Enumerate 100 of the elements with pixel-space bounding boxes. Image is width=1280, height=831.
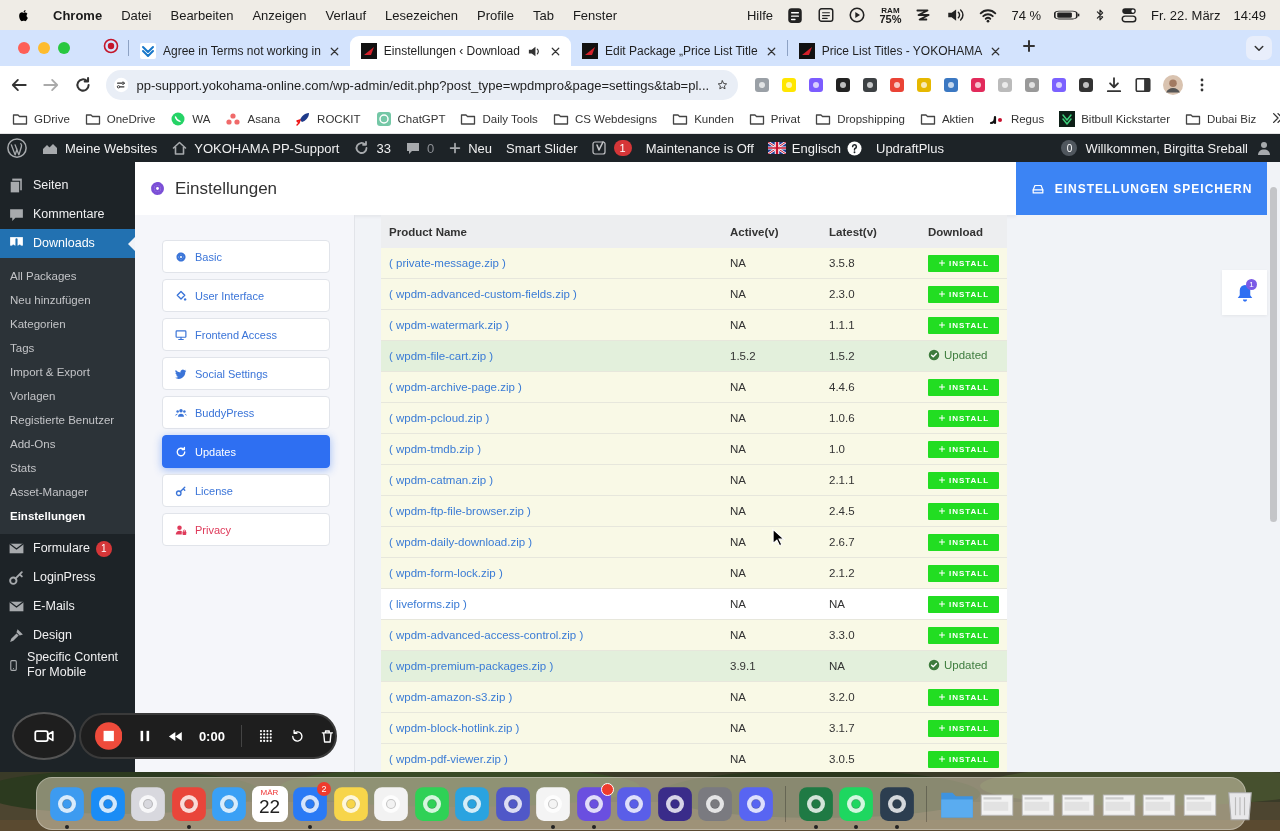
wordpress-icon[interactable] (7, 138, 27, 158)
submenu-item[interactable]: Neu hinzufügen (0, 288, 135, 312)
submenu-item[interactable]: Tags (0, 336, 135, 360)
back-icon[interactable] (10, 76, 28, 94)
package-link[interactable]: ( wpdm-advanced-access-control.zip ) (389, 629, 584, 641)
sidebar-item[interactable]: Specific Content For Mobile (0, 650, 135, 680)
new-tab-icon[interactable] (1021, 38, 1038, 54)
package-link[interactable]: ( wpdm-watermark.zip ) (389, 319, 510, 331)
settings-tab[interactable]: Basic (162, 240, 330, 273)
save-button[interactable]: EINSTELLUNGEN SPEICHERN (1016, 162, 1267, 215)
menu-item[interactable]: Profile (477, 7, 514, 23)
admin-bar-item[interactable]: Englisch (767, 140, 862, 156)
bookmark[interactable]: Kunden (694, 112, 734, 125)
submenu-item[interactable]: Registierte Benutzer (0, 408, 135, 432)
package-link[interactable]: ( wpdm-file-cart.zip ) (389, 350, 494, 362)
admin-bar-item[interactable]: 1 (591, 140, 632, 156)
app-icon[interactable] (616, 785, 652, 822)
package-link[interactable]: ( wpdm-catman.zip ) (389, 474, 494, 486)
menu-item[interactable]: Chrome (53, 7, 103, 23)
address-bar[interactable]: pp-support.yokohama-online.com/wp-admin/edit.php?post_type=wpdmpro&page=settings&tab=pl... (106, 70, 738, 100)
submenu-item[interactable]: Vorlagen (0, 384, 135, 408)
settings-tab[interactable]: User Interface (162, 279, 330, 312)
sidebar-item[interactable]: LoginPress (0, 563, 135, 592)
submenu-item[interactable]: All Packages (0, 264, 135, 288)
control-center-icon[interactable] (1120, 6, 1139, 24)
settings-tab[interactable]: Privacy (162, 513, 330, 546)
menu-item[interactable]: Hilfe (747, 7, 773, 23)
submenu-item[interactable]: Kategorien (0, 312, 135, 336)
battery-icon[interactable] (1054, 8, 1081, 22)
submenu-item[interactable]: Stats (0, 456, 135, 480)
bookmark[interactable]: Regus (1010, 112, 1045, 125)
bookmark[interactable]: WA (192, 112, 211, 125)
package-link[interactable]: ( wpdm-ftp-file-browser.zip ) (389, 505, 531, 517)
submenu-item[interactable]: Einstellungen (0, 504, 135, 528)
tab-search-button[interactable] (1246, 36, 1272, 60)
wifi-icon[interactable] (978, 6, 999, 24)
browser-tab[interactable]: Price List Titles - YOKOHAMA (787, 36, 1012, 66)
browser-tab[interactable]: Edit Package „Price List Title (570, 36, 787, 66)
restart-icon[interactable] (289, 728, 305, 744)
admin-bar-item[interactable]: UpdraftPlus (876, 140, 944, 156)
play-icon[interactable] (848, 6, 867, 24)
bookmark[interactable]: ROCKIT (317, 112, 361, 125)
side-panel-icon[interactable] (1134, 76, 1152, 94)
browser-tab[interactable]: Einstellungen ‹ Download (349, 36, 571, 66)
menu-item[interactable]: Lesezeichen (385, 7, 459, 23)
bookmark[interactable]: Dubai Biz (1207, 112, 1257, 125)
package-link[interactable]: ( wpdm-advanced-custom-fields.zip ) (389, 288, 577, 300)
bookmark[interactable]: OneDrive (106, 112, 156, 125)
package-link[interactable]: ( private-message.zip ) (389, 257, 506, 269)
memory-indicator[interactable]: RAM 75% (879, 6, 902, 24)
admin-bar-item[interactable]: 0 (404, 140, 435, 156)
package-link[interactable]: ( wpdm-premium-packages.zip ) (389, 660, 554, 672)
settings-tab[interactable]: BuddyPress (162, 396, 330, 429)
scrollbar-thumb[interactable] (1270, 187, 1277, 522)
clipboard-icon[interactable] (786, 6, 805, 24)
app-icon[interactable] (697, 785, 733, 822)
bookmark[interactable]: Daily Tools (482, 112, 538, 125)
menu-item[interactable]: Datei (121, 7, 152, 23)
record-tab-icon[interactable] (103, 38, 119, 54)
submenu-item[interactable]: Add-Ons (0, 432, 135, 456)
package-link[interactable]: ( wpdm-daily-download.zip ) (389, 536, 533, 548)
bookmark[interactable]: Asana (247, 112, 281, 125)
menu-item[interactable]: Fenster (572, 7, 617, 23)
menubar-date[interactable]: Fr. 22. März (1151, 7, 1221, 23)
menu-item[interactable]: Bearbeiten (170, 7, 234, 23)
sidebar-item[interactable]: Seiten (0, 171, 135, 200)
settings-tab[interactable]: Updates (162, 435, 330, 468)
package-link[interactable]: ( wpdm-pdf-viewer.zip ) (389, 753, 508, 765)
browser-tab[interactable]: Agree in Terms not working in (129, 36, 350, 66)
menubar-time[interactable]: 14:49 (1233, 7, 1266, 23)
admin-bar-item[interactable]: Smart Slider (506, 140, 578, 156)
settings-tab[interactable]: License (162, 474, 330, 507)
reload-icon[interactable] (74, 76, 92, 94)
help-icon[interactable] (847, 140, 862, 156)
menu-item[interactable]: Anzeigen (252, 7, 307, 23)
stop-record-icon[interactable] (95, 722, 123, 750)
sidebar-item[interactable]: Kommentare (0, 200, 135, 229)
package-link[interactable]: ( liveforms.zip ) (389, 598, 467, 610)
avatar-icon[interactable] (1163, 75, 1183, 95)
submenu-item[interactable]: Import & Export (0, 360, 135, 384)
admin-bar-item[interactable]: Maintenance is Off (645, 140, 754, 156)
admin-bar-item[interactable]: Meine Websites (41, 140, 158, 156)
admin-bar-item[interactable]: Neu (448, 140, 493, 156)
sidebar-item[interactable]: Design (0, 621, 135, 650)
menu-item[interactable]: Tab (532, 7, 554, 23)
list-icon[interactable] (817, 6, 836, 24)
submenu-item[interactable]: Asset-Manager (0, 480, 135, 504)
user-icon[interactable] (1256, 140, 1272, 156)
extension-icon[interactable] (1078, 77, 1094, 93)
downloads-icon[interactable] (1105, 76, 1123, 94)
bookmark[interactable]: Bitbull Kickstarter (1081, 112, 1170, 125)
package-link[interactable]: ( wpdm-archive-page.zip ) (389, 381, 522, 393)
user-greeting[interactable]: Willkommen, Birgitta Sreball (1085, 140, 1248, 156)
package-link[interactable]: ( wpdm-amazon-s3.zip ) (389, 691, 513, 703)
package-link[interactable]: ( wpdm-pcloud.zip ) (389, 412, 490, 424)
sidebar-item[interactable]: Formulare 1 (0, 534, 135, 563)
settings-tab[interactable]: Frontend Access (162, 318, 330, 351)
extension-icon[interactable] (862, 77, 878, 93)
extension-icon[interactable] (835, 77, 851, 93)
speaker-icon[interactable] (945, 6, 966, 24)
